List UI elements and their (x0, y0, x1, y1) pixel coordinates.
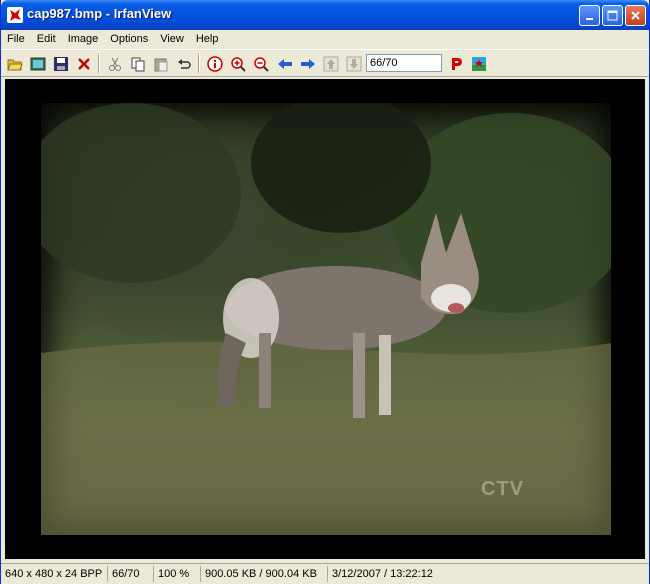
paste-clipboard-icon (154, 58, 167, 71)
save-button[interactable] (51, 54, 70, 73)
previous-image-button[interactable] (275, 54, 294, 73)
next-image-button[interactable] (298, 54, 317, 73)
toolbar: 66/70 (1, 49, 649, 77)
arrow-up-page-icon (323, 56, 338, 71)
scissors-icon (108, 57, 121, 71)
previous-page-button[interactable] (321, 54, 340, 73)
status-datetime: 3/12/2007 / 13:22:12 (332, 568, 433, 580)
close-icon (631, 11, 640, 20)
cut-button[interactable] (105, 54, 124, 73)
image-canvas[interactable]: CTV (5, 79, 645, 559)
thumbnails-button[interactable] (28, 54, 47, 73)
zoom-out-icon (253, 56, 269, 72)
undo-icon (177, 58, 191, 69)
zoom-out-button[interactable] (251, 54, 270, 73)
menu-file[interactable]: File (1, 31, 31, 48)
paypal-donate-button[interactable] (446, 54, 465, 73)
image-info-button[interactable] (205, 54, 224, 73)
zoom-in-button[interactable] (228, 54, 247, 73)
status-zoom: 100 % (154, 566, 201, 582)
irfanview-window: cap987.bmp - IrfanView File Edit Image O… (0, 0, 650, 584)
menu-help[interactable]: Help (190, 31, 225, 48)
arrow-right-icon (300, 58, 315, 69)
next-page-button[interactable] (344, 54, 363, 73)
menu-edit[interactable]: Edit (31, 31, 62, 48)
open-folder-icon (6, 59, 23, 70)
info-icon (206, 55, 223, 72)
minimize-icon (585, 17, 593, 20)
status-bar: 640 x 480 x 24 BPP 66/70 100 % 900.05 KB… (1, 563, 649, 584)
thumbnails-icon (30, 57, 45, 70)
copy-icon (131, 57, 144, 71)
menu-bar: File Edit Image Options View Help (1, 30, 649, 49)
copy-button[interactable] (128, 54, 147, 73)
delete-button[interactable] (74, 54, 93, 73)
delete-x-icon (77, 57, 90, 70)
toolbar-separator (198, 54, 200, 73)
maximize-button[interactable] (602, 5, 623, 26)
page-number-field[interactable]: 66/70 (366, 54, 442, 72)
window-title: cap987.bmp - IrfanView (27, 6, 172, 21)
wolf-scene-illustration (21, 93, 631, 535)
open-button[interactable] (5, 54, 24, 73)
about-logo-icon (471, 56, 486, 71)
minimize-button[interactable] (579, 5, 600, 26)
menu-image[interactable]: Image (62, 31, 105, 48)
irfanview-app-icon[interactable] (7, 7, 23, 23)
zoom-in-icon (230, 56, 246, 72)
menu-options[interactable]: Options (104, 31, 154, 48)
paypal-p-icon (451, 57, 462, 70)
ctv-watermark: CTV (481, 478, 524, 500)
undo-button[interactable] (174, 54, 193, 73)
maximize-icon (607, 10, 618, 21)
title-bar[interactable]: cap987.bmp - IrfanView (1, 0, 649, 30)
wolf-photo: CTV (21, 93, 631, 535)
status-page: 66/70 (108, 566, 154, 582)
save-disk-icon (53, 56, 68, 71)
status-file-size: 900.05 KB / 900.04 KB (201, 566, 328, 582)
close-button[interactable] (625, 5, 646, 26)
about-button[interactable] (469, 54, 488, 73)
arrow-down-page-icon (346, 56, 361, 71)
status-dimensions: 640 x 480 x 24 BPP (1, 566, 108, 582)
arrow-left-icon (277, 58, 292, 69)
paste-button[interactable] (151, 54, 170, 73)
menu-view[interactable]: View (154, 31, 190, 48)
toolbar-separator (98, 54, 100, 73)
